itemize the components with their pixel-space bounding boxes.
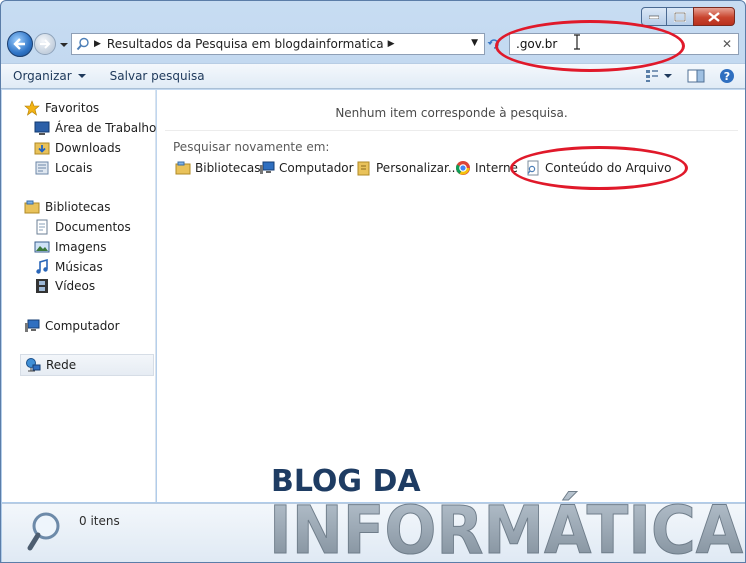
back-button[interactable]: [7, 31, 33, 57]
search-again-file-contents[interactable]: Conteúdo do Arquivo: [525, 160, 672, 176]
nav-favorites-label: Favoritos: [45, 101, 100, 115]
location-label: Personalizar...: [376, 161, 460, 175]
blog-da-informatica-logo: BLOG DA INFORMÁTICA: [269, 464, 744, 557]
view-controls: ?: [645, 68, 735, 84]
location-label: Bibliotecas: [195, 161, 261, 175]
nav-item-label: Downloads: [55, 141, 121, 155]
change-view-icon[interactable]: [645, 69, 673, 83]
nav-item-label: Documentos: [55, 220, 131, 234]
minimize-button[interactable]: [641, 7, 667, 26]
save-search-button[interactable]: Salvar pesquisa: [98, 69, 217, 83]
music-note-icon: [36, 259, 48, 274]
explorer-window: ▶ Resultados da Pesquisa em blogdainform…: [0, 0, 746, 563]
recent-places-icon: [35, 161, 49, 175]
close-icon: [708, 11, 720, 22]
clear-search-icon[interactable]: ✕: [722, 37, 732, 51]
chrome-icon: [455, 161, 470, 175]
command-bar: Organizar Salvar pesquisa ?: [1, 63, 745, 89]
nav-item-label: Imagens: [55, 240, 107, 254]
breadcrumb-separator-icon[interactable]: ▶: [388, 39, 395, 49]
nav-item-documents[interactable]: Documentos: [34, 219, 131, 235]
minimize-icon: [649, 15, 659, 19]
refresh-icon: [487, 39, 499, 49]
maximize-button[interactable]: [667, 7, 693, 26]
organize-label: Organizar: [13, 69, 72, 83]
search-again-libraries[interactable]: Bibliotecas: [175, 160, 260, 176]
nav-libraries-label: Bibliotecas: [45, 200, 111, 214]
nav-network[interactable]: Rede: [20, 354, 154, 376]
forward-button[interactable]: [34, 33, 56, 55]
arrow-left-icon: [13, 38, 25, 50]
address-row: ▶ Resultados da Pesquisa em blogdainform…: [1, 29, 745, 61]
item-count: 0 itens: [79, 514, 120, 528]
location-label: Interne: [475, 161, 518, 175]
nav-item-label: Área de Trabalho: [55, 121, 157, 135]
computer-icon: [25, 319, 40, 332]
svg-text:?: ?: [724, 70, 730, 83]
film-icon: [36, 279, 48, 293]
refresh-button[interactable]: [487, 37, 503, 51]
computer-icon: [260, 161, 275, 174]
preview-pane-icon[interactable]: [687, 69, 705, 83]
search-again-custom[interactable]: Personalizar...: [356, 160, 459, 176]
nav-item-desktop[interactable]: Área de Trabalho: [34, 120, 156, 136]
document-icon: [36, 219, 48, 235]
location-label: Conteúdo do Arquivo: [545, 161, 672, 175]
address-dropdown-icon[interactable]: ▼: [471, 38, 478, 48]
restore-icon: [674, 11, 686, 22]
nav-item-videos[interactable]: Vídeos: [34, 278, 95, 294]
nav-item-label: Locais: [55, 161, 93, 175]
breadcrumb[interactable]: Resultados da Pesquisa em blogdainformat…: [107, 37, 384, 51]
star-icon: [24, 100, 40, 116]
search-icon: [76, 37, 89, 51]
network-icon: [26, 358, 41, 372]
nav-item-pictures[interactable]: Imagens: [34, 239, 106, 255]
libraries-icon: [24, 200, 40, 214]
location-label: Computador: [279, 161, 354, 175]
recent-pages-dropdown[interactable]: [59, 39, 69, 49]
nav-item-recent-places[interactable]: Locais: [34, 160, 92, 176]
results-pane: Nenhum item corresponde à pesquisa. Pesq…: [157, 90, 745, 502]
file-contents-search-icon: [527, 160, 539, 176]
search-box[interactable]: ✕: [509, 33, 739, 55]
downloads-folder-icon: [34, 142, 50, 155]
nav-libraries[interactable]: Bibliotecas: [24, 199, 110, 215]
chevron-down-icon: [77, 74, 86, 78]
watermark-line2: INFORMÁTICA: [269, 491, 743, 557]
search-again-computer[interactable]: Computador: [259, 160, 354, 176]
search-again-label: Pesquisar novamente em:: [173, 140, 330, 154]
caption-buttons: [641, 7, 735, 26]
text-cursor-icon: [574, 34, 580, 50]
navigation-pane: Favoritos Área de Trabalho Downloads Loc…: [2, 90, 156, 502]
nav-favorites[interactable]: Favoritos: [24, 100, 99, 116]
nav-computer[interactable]: Computador: [24, 318, 120, 334]
nav-item-music[interactable]: Músicas: [34, 259, 103, 275]
nav-item-label: Vídeos: [55, 279, 96, 293]
nav-item-downloads[interactable]: Downloads: [34, 140, 121, 156]
breadcrumb-separator-icon: ▶: [94, 39, 101, 49]
magnifier-icon: [27, 512, 60, 551]
nav-computer-label: Computador: [45, 319, 120, 333]
libraries-icon: [175, 161, 191, 175]
close-button[interactable]: [693, 7, 735, 26]
help-icon[interactable]: ?: [719, 68, 735, 84]
pictures-icon: [34, 241, 50, 253]
chevron-down-icon: [60, 43, 68, 47]
arrow-right-icon: [40, 39, 51, 49]
divider: [165, 130, 738, 131]
custom-folder-icon: [357, 161, 370, 176]
address-box[interactable]: ▶ Resultados da Pesquisa em blogdainform…: [71, 33, 485, 55]
nav-network-label: Rede: [46, 358, 77, 372]
no-results-message: Nenhum item corresponde à pesquisa.: [335, 106, 568, 120]
organize-button[interactable]: Organizar: [1, 69, 98, 83]
desktop-icon: [34, 121, 50, 135]
nav-item-label: Músicas: [55, 260, 103, 274]
save-search-label: Salvar pesquisa: [109, 69, 205, 83]
search-input[interactable]: [516, 37, 696, 51]
search-again-internet[interactable]: Interne: [455, 160, 518, 176]
